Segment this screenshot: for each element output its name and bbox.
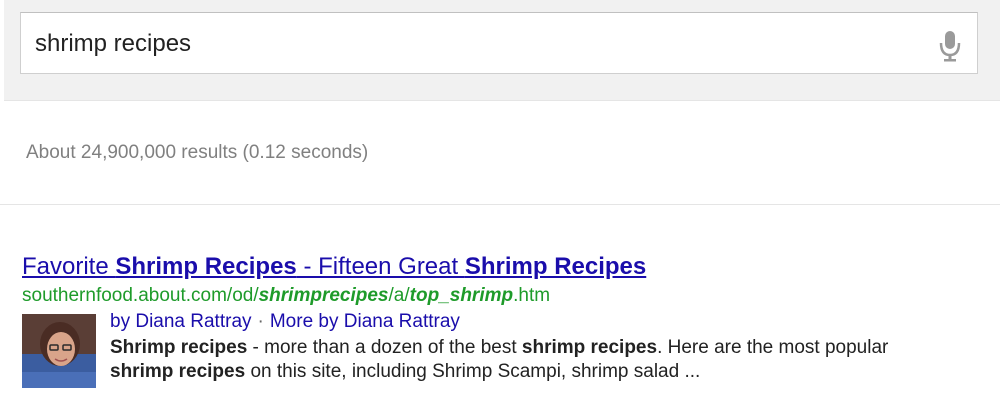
title-part: - Fifteen Great <box>296 253 465 280</box>
url-part: .htm <box>513 285 551 306</box>
snippet-text: - more than a dozen of the best <box>247 337 522 358</box>
result-title-link[interactable]: Favorite Shrimp Recipes - Fifteen Great … <box>22 252 982 282</box>
result-stats: About 24,900,000 results (0.12 seconds) <box>26 142 369 163</box>
result-url: southernfood.about.com/od/shrimprecipes/… <box>22 284 982 308</box>
title-keyword: Shrimp Recipes <box>115 253 297 280</box>
result-snippet: Shrimp recipes - more than a dozen of th… <box>110 336 900 384</box>
title-keyword: Shrimp Recipes <box>464 253 647 280</box>
author-separator: · <box>257 311 264 332</box>
snippet-text: . Here are the most popular <box>657 337 889 358</box>
title-part: Favorite <box>22 253 116 280</box>
result-body: by Diana Rattray · More by Diana Rattray S… <box>22 310 982 400</box>
snippet-keyword: shrimp recipes <box>110 361 246 382</box>
snippet-text: on this site, including Shrimp Scampi, s… <box>245 361 701 382</box>
search-header <box>4 0 1000 101</box>
search-input[interactable] <box>35 29 915 59</box>
snippet-keyword: Shrimp recipes <box>110 337 248 358</box>
more-by-author-link[interactable]: More by Diana Rattray <box>270 311 460 332</box>
url-keyword: top_shrimp <box>409 285 514 306</box>
url-keyword: shrimprecipes <box>258 285 389 306</box>
url-part: /a/ <box>388 285 410 306</box>
author-photo[interactable] <box>22 314 96 388</box>
divider <box>0 204 1000 205</box>
url-part: southernfood.about.com/od/ <box>22 285 259 306</box>
search-box[interactable] <box>20 12 978 74</box>
snippet-keyword: shrimp recipes <box>521 337 658 358</box>
author-line: by Diana Rattray · More by Diana Rattray <box>110 310 460 334</box>
microphone-icon[interactable] <box>937 29 963 63</box>
search-result: Favorite Shrimp Recipes - Fifteen Great … <box>22 252 982 400</box>
author-link[interactable]: by Diana Rattray <box>110 311 252 332</box>
